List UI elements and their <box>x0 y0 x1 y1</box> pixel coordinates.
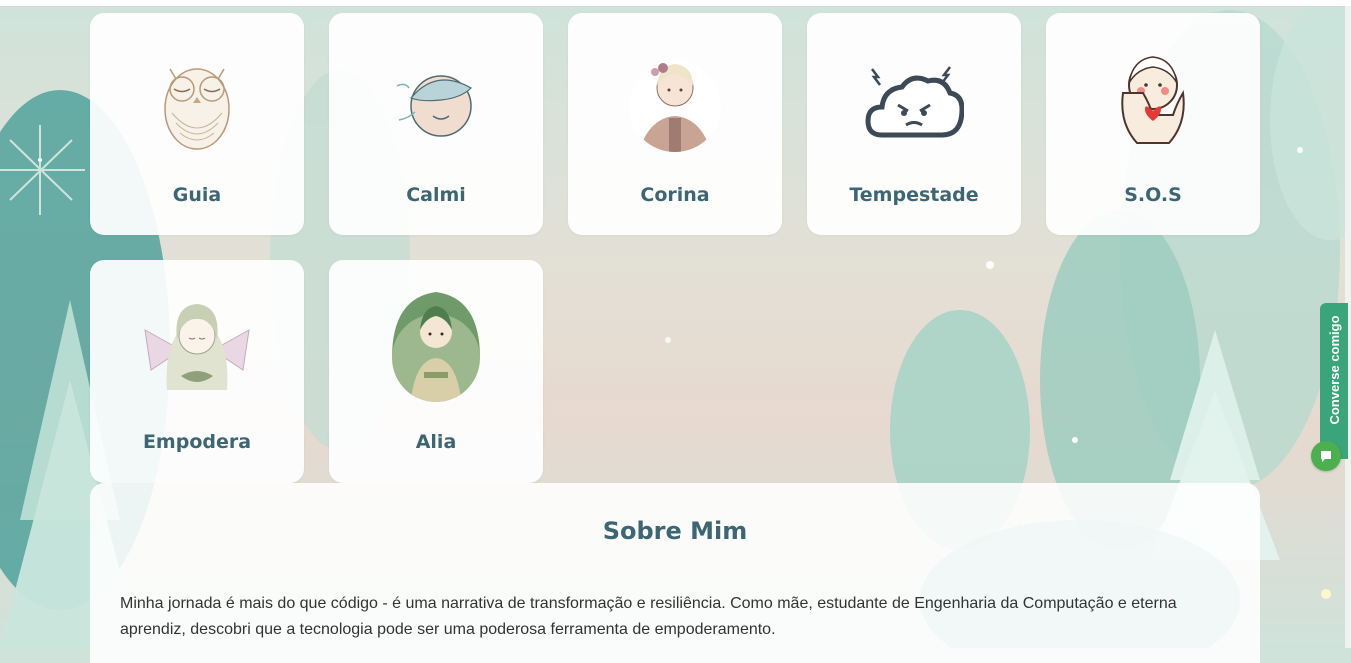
chat-icon <box>1321 451 1331 462</box>
card-label: Calmi <box>406 184 466 206</box>
card-sos[interactable]: S.O.S <box>1046 13 1260 235</box>
card-empodera[interactable]: Empodera <box>90 260 304 483</box>
storm-cloud-icon <box>854 47 974 159</box>
sos-heart-hands-icon <box>1093 47 1213 159</box>
forest-woman-icon <box>376 290 496 402</box>
card-label: S.O.S <box>1124 184 1182 206</box>
card-alia[interactable]: Alia <box>329 260 543 483</box>
chat-tab-label: Converse comigo <box>1327 315 1342 425</box>
card-label: Alia <box>415 431 457 453</box>
card-calmi[interactable]: Calmi <box>329 13 543 235</box>
card-label: Empodera <box>142 431 252 453</box>
card-label: Guia <box>172 184 222 206</box>
calm-face-icon <box>376 47 496 159</box>
card-corina[interactable]: Corina <box>568 13 782 235</box>
flower-girl-icon <box>615 47 735 159</box>
about-title: Sobre Mim <box>602 517 748 545</box>
card-guia[interactable]: Guia <box>90 13 304 235</box>
about-section: Sobre Mim Minha jornada é mais do que có… <box>90 483 1260 663</box>
chat-tab[interactable]: Converse comigo <box>1320 303 1348 459</box>
card-tempestade[interactable]: Tempestade <box>807 13 1021 235</box>
card-label: Corina <box>640 184 710 206</box>
top-border <box>0 0 1351 7</box>
card-label: Tempestade <box>849 184 979 206</box>
owl-icon <box>137 47 257 159</box>
about-text: Minha jornada é mais do que código - é u… <box>120 595 1177 638</box>
fairy-icon <box>137 290 257 402</box>
chat-bubble-button[interactable] <box>1311 441 1341 471</box>
